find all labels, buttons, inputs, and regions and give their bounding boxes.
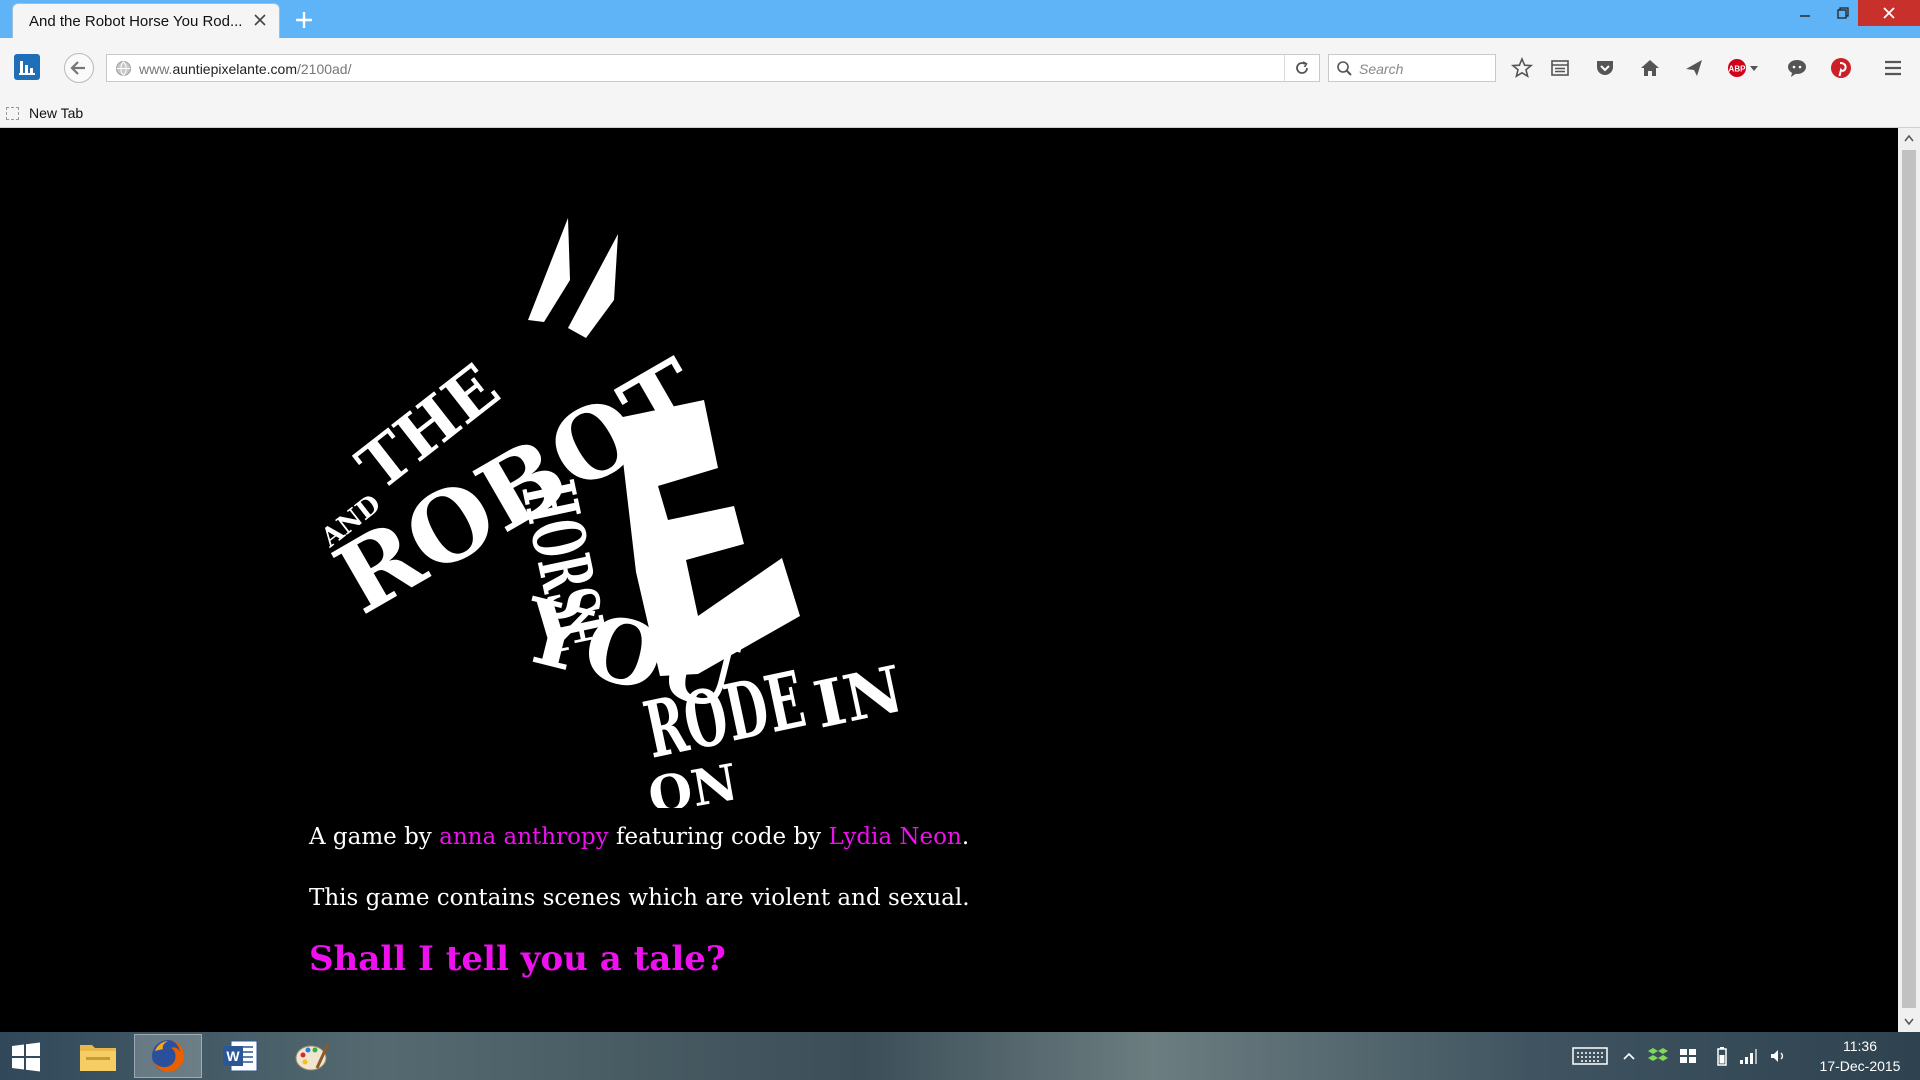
close-window-button[interactable] — [1858, 0, 1920, 26]
taskbar-file-explorer[interactable] — [64, 1034, 132, 1078]
search-placeholder: Search — [1359, 61, 1404, 77]
web-page: AND THE ROBOT HORSE YOU RODE IN ON A gam… — [0, 128, 1898, 1032]
url-prefix: www. — [139, 61, 173, 77]
logo-ear-right — [568, 234, 618, 338]
reading-list-icon[interactable] — [1547, 55, 1573, 81]
content-warning: This game contains scenes which are viol… — [309, 885, 970, 911]
svg-text:W: W — [226, 1048, 240, 1064]
adblock-icon[interactable]: ABP — [1726, 55, 1762, 81]
url-path: /2100ad/ — [296, 61, 352, 77]
taskbar-word[interactable]: W — [206, 1034, 274, 1078]
home-icon[interactable] — [1637, 55, 1663, 81]
clock-date: 17-Dec-2015 — [1819, 1058, 1901, 1074]
clock-time: 11:36 — [1843, 1038, 1877, 1054]
windows-flag-icon[interactable] — [1678, 1046, 1698, 1066]
close-tab-icon[interactable] — [251, 11, 269, 29]
url-bar[interactable]: www.auntiepixelante.com/2100ad/ — [106, 54, 1320, 82]
pinterest-icon[interactable] — [1828, 55, 1854, 81]
back-button[interactable] — [64, 53, 94, 83]
reload-button[interactable] — [1284, 55, 1319, 81]
keyboard-icon[interactable] — [1572, 1046, 1608, 1066]
credits-mid: featuring code by — [608, 824, 829, 850]
start-button[interactable] — [6, 1042, 46, 1072]
taskbar-paint[interactable] — [278, 1034, 346, 1078]
browser-tab[interactable]: And the Robot Horse You Rod... — [12, 3, 280, 38]
search-bar[interactable]: Search — [1328, 54, 1496, 82]
firefox-icon — [152, 1039, 185, 1072]
url-text: www.auntiepixelante.com/2100ad/ — [139, 61, 351, 77]
back-arrow-icon — [70, 61, 85, 75]
word-icon: W — [223, 1040, 258, 1072]
reload-icon — [1296, 61, 1308, 74]
bookmark-label: New Tab — [29, 105, 84, 121]
minimize-icon — [1800, 15, 1810, 17]
scroll-up-button[interactable] — [1898, 128, 1920, 148]
star-icon[interactable] — [1509, 55, 1535, 81]
search-icon — [1337, 61, 1352, 76]
volume-icon[interactable] — [1768, 1046, 1788, 1066]
url-host: auntiepixelante.com — [172, 61, 297, 77]
svg-text:ABP: ABP — [1729, 65, 1747, 74]
logo-ear-left — [528, 218, 570, 322]
scroll-down-button[interactable] — [1898, 1012, 1920, 1032]
system-clock[interactable]: 11:36 17-Dec-2015 — [1806, 1036, 1914, 1076]
chevron-down-icon — [1904, 1018, 1914, 1026]
bar-chart-icon — [19, 61, 35, 75]
close-icon — [1883, 7, 1895, 19]
menu-icon[interactable] — [1880, 55, 1906, 81]
robot-horse-logo: AND THE ROBOT HORSE YOU RODE IN ON — [315, 218, 910, 808]
globe-icon — [116, 61, 131, 77]
file-explorer-icon — [80, 1045, 116, 1071]
new-tab-icon[interactable] — [293, 9, 315, 31]
author-link-anna[interactable]: anna anthropy — [439, 824, 609, 850]
scroll-thumb[interactable] — [1902, 150, 1916, 1008]
author-link-lydia[interactable]: Lydia Neon — [828, 824, 961, 850]
pocket-icon[interactable] — [1592, 55, 1618, 81]
dropbox-icon[interactable] — [1648, 1046, 1668, 1066]
paint-icon — [295, 1043, 330, 1071]
bookmarks-toolbar: New Tab — [0, 96, 1920, 128]
signal-icon[interactable] — [1738, 1046, 1758, 1066]
logo-word-in: IN — [808, 652, 910, 744]
battery-icon[interactable] — [1712, 1046, 1732, 1066]
credits-suffix: . — [961, 824, 970, 850]
vertical-scrollbar[interactable] — [1898, 128, 1920, 1032]
navigation-toolbar: www.auntiepixelante.com/2100ad/ Search A… — [0, 38, 1920, 96]
restore-icon — [1837, 7, 1849, 19]
credits-line: A game by anna anthropy featuring code b… — [309, 824, 969, 850]
chevron-up-icon[interactable] — [1619, 1046, 1639, 1066]
app-icon[interactable] — [14, 54, 40, 80]
bookmark-new-tab[interactable]: New Tab — [6, 103, 83, 123]
chevron-up-icon — [1904, 134, 1914, 142]
credits-prefix: A game by — [309, 824, 440, 850]
title-bar: And the Robot Horse You Rod... — [0, 0, 1920, 38]
tab-title: And the Robot Horse You Rod... — [29, 13, 243, 30]
chat-icon[interactable] — [1784, 55, 1810, 81]
windows-logo-icon — [12, 1042, 40, 1072]
start-game-link[interactable]: Shall I tell you a tale? — [309, 939, 726, 979]
send-icon[interactable] — [1681, 55, 1707, 81]
page-icon — [6, 106, 19, 120]
taskbar-firefox[interactable] — [134, 1034, 202, 1078]
taskbar: W 11:36 17-Dec-2015 — [0, 1032, 1920, 1080]
